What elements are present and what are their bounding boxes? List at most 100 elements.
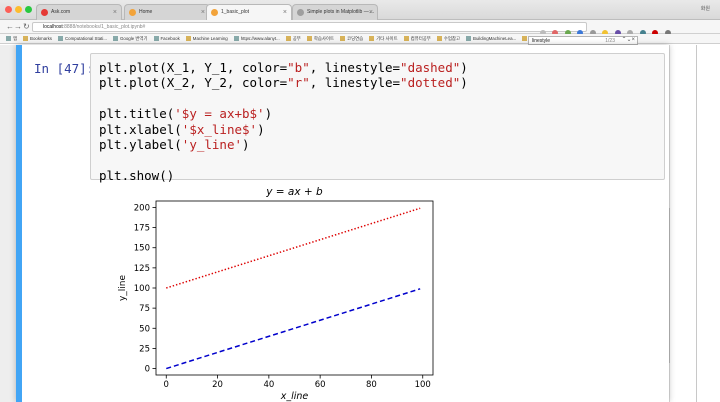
code-token: , linestyle= <box>309 75 401 91</box>
reload-icon[interactable]: ↻ <box>23 21 30 33</box>
folder-icon <box>285 36 291 41</box>
right-side-panel <box>669 45 720 402</box>
close-window-icon[interactable] <box>5 6 12 13</box>
plot-axes-frame <box>155 200 434 376</box>
bookmark-folder[interactable]: Bookmarks <box>23 34 53 43</box>
chart-title: y = ax + b <box>265 186 323 198</box>
bookmark-label: BuildingMachineLea... <box>473 36 517 41</box>
minimize-window-icon[interactable] <box>15 6 22 13</box>
browser-tab[interactable]: Home × <box>124 4 210 20</box>
y-axis-label: y_line <box>118 275 128 302</box>
bookmark-label: 컴퓨터공부 <box>410 36 431 41</box>
y-tick-label: 100 <box>134 284 150 294</box>
tab-close-icon[interactable]: × <box>283 5 287 20</box>
bookmark-label: 코딩연습 <box>347 36 364 41</box>
line-chart: 0 20 40 60 80 100 0 25 50 75 100 125 150 175 200 y = ax… <box>118 186 434 402</box>
bookmark-folder[interactable]: 컴퓨터공부 <box>403 34 431 43</box>
folder-icon <box>340 36 346 41</box>
bookmark-label: Bookmarks <box>30 36 53 41</box>
bookmark-item[interactable]: Google 번역기 <box>113 34 148 43</box>
x-tick-label: 80 <box>366 380 377 390</box>
bookmark-item[interactable]: 앱 <box>6 34 18 43</box>
y-tick-label: 25 <box>139 344 150 354</box>
code-text[interactable]: plt.plot(X_1, Y_1, color="b", linestyle=… <box>99 60 468 183</box>
bookmark-label: 기타 사이트 <box>376 36 398 41</box>
bookmark-label: Google 번역기 <box>120 36 148 41</box>
url-bar: ← → ↻ localhost:8888/notebooks/1_basic_p… <box>0 20 720 36</box>
code-line: plt.xlabel('$x_line$') <box>99 122 468 137</box>
code-string: 'y_line' <box>181 137 243 153</box>
browser-tab[interactable]: Ask.com × <box>36 4 122 20</box>
bookmark-item[interactable]: Facebook <box>153 34 180 43</box>
y-tick-label: 75 <box>139 304 150 314</box>
back-arrow-icon[interactable]: ← <box>6 21 14 33</box>
tab-label: Simple plots in Matplotlib — ... <box>307 9 375 15</box>
code-line: plt.plot(X_1, Y_1, color="b", linestyle=… <box>99 60 468 75</box>
code-cell-editor[interactable]: plt.plot(X_1, Y_1, color="b", linestyle=… <box>90 53 665 183</box>
extension-icons <box>540 23 673 36</box>
zoom-window-icon[interactable] <box>25 6 32 13</box>
bookmark-label: Computational Stati... <box>65 36 107 41</box>
tab-favicon-icon <box>129 9 136 16</box>
x-tick-label: 60 <box>315 380 326 390</box>
folder-icon <box>23 36 29 41</box>
bookmark-item[interactable]: BuildingMachineLea... <box>466 34 517 43</box>
find-navigation-arrows-icon[interactable]: ⌃⌄× <box>621 36 635 44</box>
folder-icon <box>403 36 409 41</box>
bookmark-folder[interactable]: 수업참고 <box>436 34 461 43</box>
code-token: ) <box>257 121 265 137</box>
bookmark-icon <box>113 36 118 41</box>
bookmark-folder[interactable]: 학습사이트 <box>306 34 334 43</box>
bookmark-item[interactable]: Computational Stati... <box>58 34 107 43</box>
bookmark-folder[interactable]: 기타 사이트 <box>369 34 398 43</box>
find-query: linestyle <box>532 38 551 44</box>
tab-close-icon[interactable]: × <box>113 5 117 20</box>
tab-close-icon[interactable]: × <box>201 5 205 20</box>
code-string: "r" <box>287 75 310 91</box>
bookmark-label: 공부 <box>292 36 301 41</box>
y-tick-label: 200 <box>134 203 150 213</box>
code-line: plt.plot(X_2, Y_2, color="r", linestyle=… <box>99 75 468 90</box>
code-line: plt.show() <box>99 168 468 183</box>
y-tick-label: 150 <box>134 244 150 254</box>
bookmark-label: 앱 <box>13 36 18 41</box>
bookmark-icon <box>466 36 472 41</box>
bookmark-label: 수업참고 <box>443 36 461 41</box>
code-token: , linestyle= <box>309 60 401 75</box>
bookmark-label: Machine Learning <box>192 36 228 41</box>
forward-arrow-icon[interactable]: → <box>14 21 22 33</box>
address-input[interactable]: localhost:8888/notebooks/1_basic_plot.ip… <box>32 22 587 32</box>
notebook-container: In [47]: plt.plot(X_1, Y_1, color="b", l… <box>16 45 669 402</box>
code-token: plt.show() <box>99 167 175 183</box>
tab-favicon-icon <box>297 9 304 16</box>
tab-close-icon[interactable]: × <box>369 5 373 20</box>
url-path: :8888/notebooks/1_basic_plot.ipynb# <box>62 24 146 30</box>
code-token: ) <box>242 137 250 153</box>
bookmark-folder[interactable]: Machine Learning <box>185 34 228 43</box>
browser-tab[interactable]: Simple plots in Matplotlib — ... × <box>292 4 378 20</box>
bookmark-item[interactable]: https://www.alanyt... <box>233 34 280 43</box>
code-token: ) <box>460 75 468 91</box>
tab-label: 1_basic_plot <box>221 9 250 15</box>
bookmark-label: https://www.alanyt... <box>240 36 280 41</box>
code-string: "dotted" <box>400 75 461 91</box>
selected-cell-indicator <box>16 45 22 402</box>
bookmark-folder[interactable]: 공부 <box>285 34 301 43</box>
bookmark-icon <box>153 36 159 41</box>
x-tick-label: 40 <box>263 380 274 390</box>
tab-label: Ask.com <box>51 9 71 15</box>
browser-tab[interactable]: 1_basic_plot × <box>206 4 292 20</box>
code-token: plt.plot(X_2, Y_2, color= <box>99 75 288 91</box>
bookmark-folder[interactable]: 코딩연습 <box>340 34 364 43</box>
folder-icon <box>522 36 528 41</box>
tab-label: Home <box>139 9 153 15</box>
x-tick-label: 0 <box>164 380 169 390</box>
tab-favicon-icon <box>211 9 218 16</box>
code-string: '$y = ax+b$' <box>174 106 265 122</box>
code-token: plt.xlabel( <box>99 121 182 137</box>
x-tick-label: 20 <box>212 380 223 390</box>
folder-icon <box>306 36 312 41</box>
find-in-page-box[interactable]: linestyle 1/23 ⌃⌄× <box>528 36 638 45</box>
